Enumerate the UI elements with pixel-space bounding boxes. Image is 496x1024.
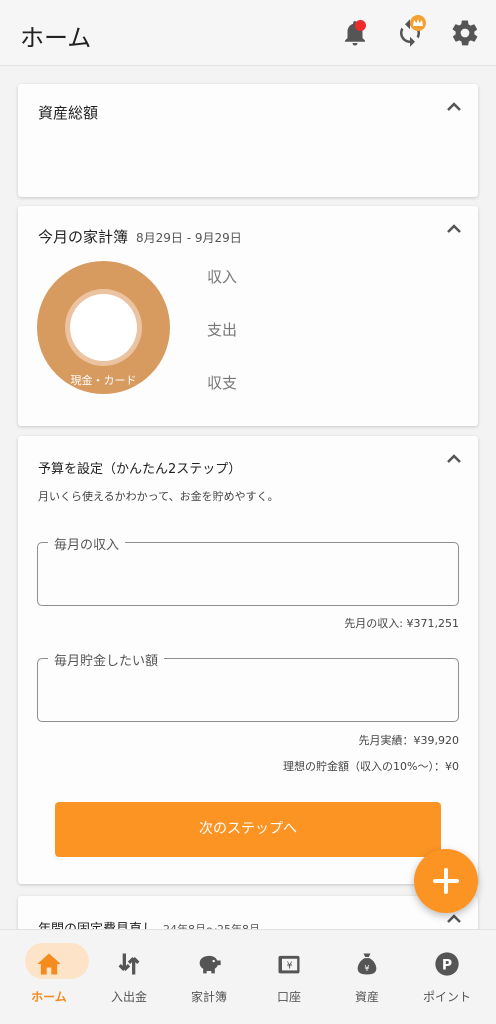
assets-card-title: 資産総額 bbox=[38, 104, 99, 122]
page-title: ホーム bbox=[20, 24, 92, 52]
legend-expense: 支出 bbox=[207, 321, 238, 339]
svg-text:P: P bbox=[442, 957, 452, 973]
budget-setup-title: 予算を設定（かんたん2ステップ） bbox=[38, 462, 242, 477]
nav-points-label: ポイント bbox=[422, 990, 471, 1004]
wallet-icon: ¥ bbox=[278, 955, 300, 974]
last-month-result-note: 先月実績：¥39,920 bbox=[358, 734, 460, 747]
piggy-bank-icon bbox=[199, 955, 221, 974]
last-month-income-note: 先月の収入: ¥371,251 bbox=[344, 617, 459, 630]
chevron-up-icon[interactable] bbox=[446, 912, 462, 924]
period-range: 8月29日 - 9月29日 bbox=[136, 231, 242, 245]
nav-home[interactable]: ホーム bbox=[8, 930, 90, 1024]
point-icon: P bbox=[435, 952, 459, 976]
nav-home-label: ホーム bbox=[31, 990, 67, 1004]
nav-points[interactable]: P ポイント bbox=[406, 930, 488, 1024]
chevron-up-icon[interactable] bbox=[446, 100, 462, 112]
add-fab-button[interactable] bbox=[414, 849, 478, 913]
monthly-saving-label: 毎月貯金したい額 bbox=[48, 650, 165, 669]
nav-assets-label: 資産 bbox=[354, 990, 379, 1004]
ideal-saving-note: 理想の貯金額（収入の10%〜）：¥0 bbox=[283, 760, 459, 773]
nav-transactions-label: 入出金 bbox=[110, 990, 147, 1004]
app-header: ホーム bbox=[0, 0, 496, 66]
notification-badge bbox=[355, 20, 366, 31]
nav-transactions[interactable]: 入出金 bbox=[88, 930, 170, 1024]
monthly-income-label: 毎月の収入 bbox=[48, 534, 126, 553]
budget-setup-subtitle: 月いくら使えるかわかって、お金を貯めやすく。 bbox=[38, 490, 279, 503]
assets-card: 資産総額 bbox=[18, 84, 478, 197]
donut-label: 現金・カード bbox=[70, 374, 137, 387]
plus-icon bbox=[433, 868, 459, 894]
svg-text:¥: ¥ bbox=[364, 963, 369, 973]
home-icon bbox=[37, 953, 61, 975]
money-bag-icon: ¥ bbox=[357, 953, 377, 975]
transfer-icon bbox=[118, 953, 140, 975]
legend-balance: 収支 bbox=[207, 374, 238, 392]
nav-household-book[interactable]: 家計簿 bbox=[168, 930, 250, 1024]
svg-text:¥: ¥ bbox=[287, 961, 293, 972]
bottom-navigation: ホーム 入出金 家計簿 ¥ 口座 ¥ 資産 P ポイント bbox=[0, 929, 496, 1024]
donut-chart[interactable]: 現金・カード bbox=[37, 261, 170, 394]
monthly-income-field[interactable]: 毎月の収入 bbox=[37, 534, 459, 606]
legend-income: 収入 bbox=[207, 268, 238, 286]
donut-hole bbox=[70, 294, 137, 361]
budget-setup-card: 予算を設定（かんたん2ステップ） 月いくら使えるかわかって、お金を貯めやすく。 … bbox=[18, 436, 478, 884]
nav-household-book-label: 家計簿 bbox=[190, 990, 227, 1004]
chevron-up-icon[interactable] bbox=[446, 452, 462, 464]
premium-crown-icon bbox=[410, 15, 426, 31]
gear-icon[interactable] bbox=[450, 18, 480, 48]
nav-accounts-label: 口座 bbox=[276, 990, 301, 1004]
chevron-up-icon[interactable] bbox=[446, 222, 462, 234]
nav-accounts[interactable]: ¥ 口座 bbox=[248, 930, 330, 1024]
monthly-saving-field[interactable]: 毎月貯金したい額 bbox=[37, 650, 459, 722]
monthly-budget-title: 今月の家計簿 bbox=[38, 228, 129, 246]
monthly-budget-card: 今月の家計簿 8月29日 - 9月29日 現金・カード 収入 支出 収支 bbox=[18, 206, 478, 426]
nav-assets[interactable]: ¥ 資産 bbox=[326, 930, 408, 1024]
next-step-button[interactable]: 次のステップへ bbox=[55, 802, 441, 857]
